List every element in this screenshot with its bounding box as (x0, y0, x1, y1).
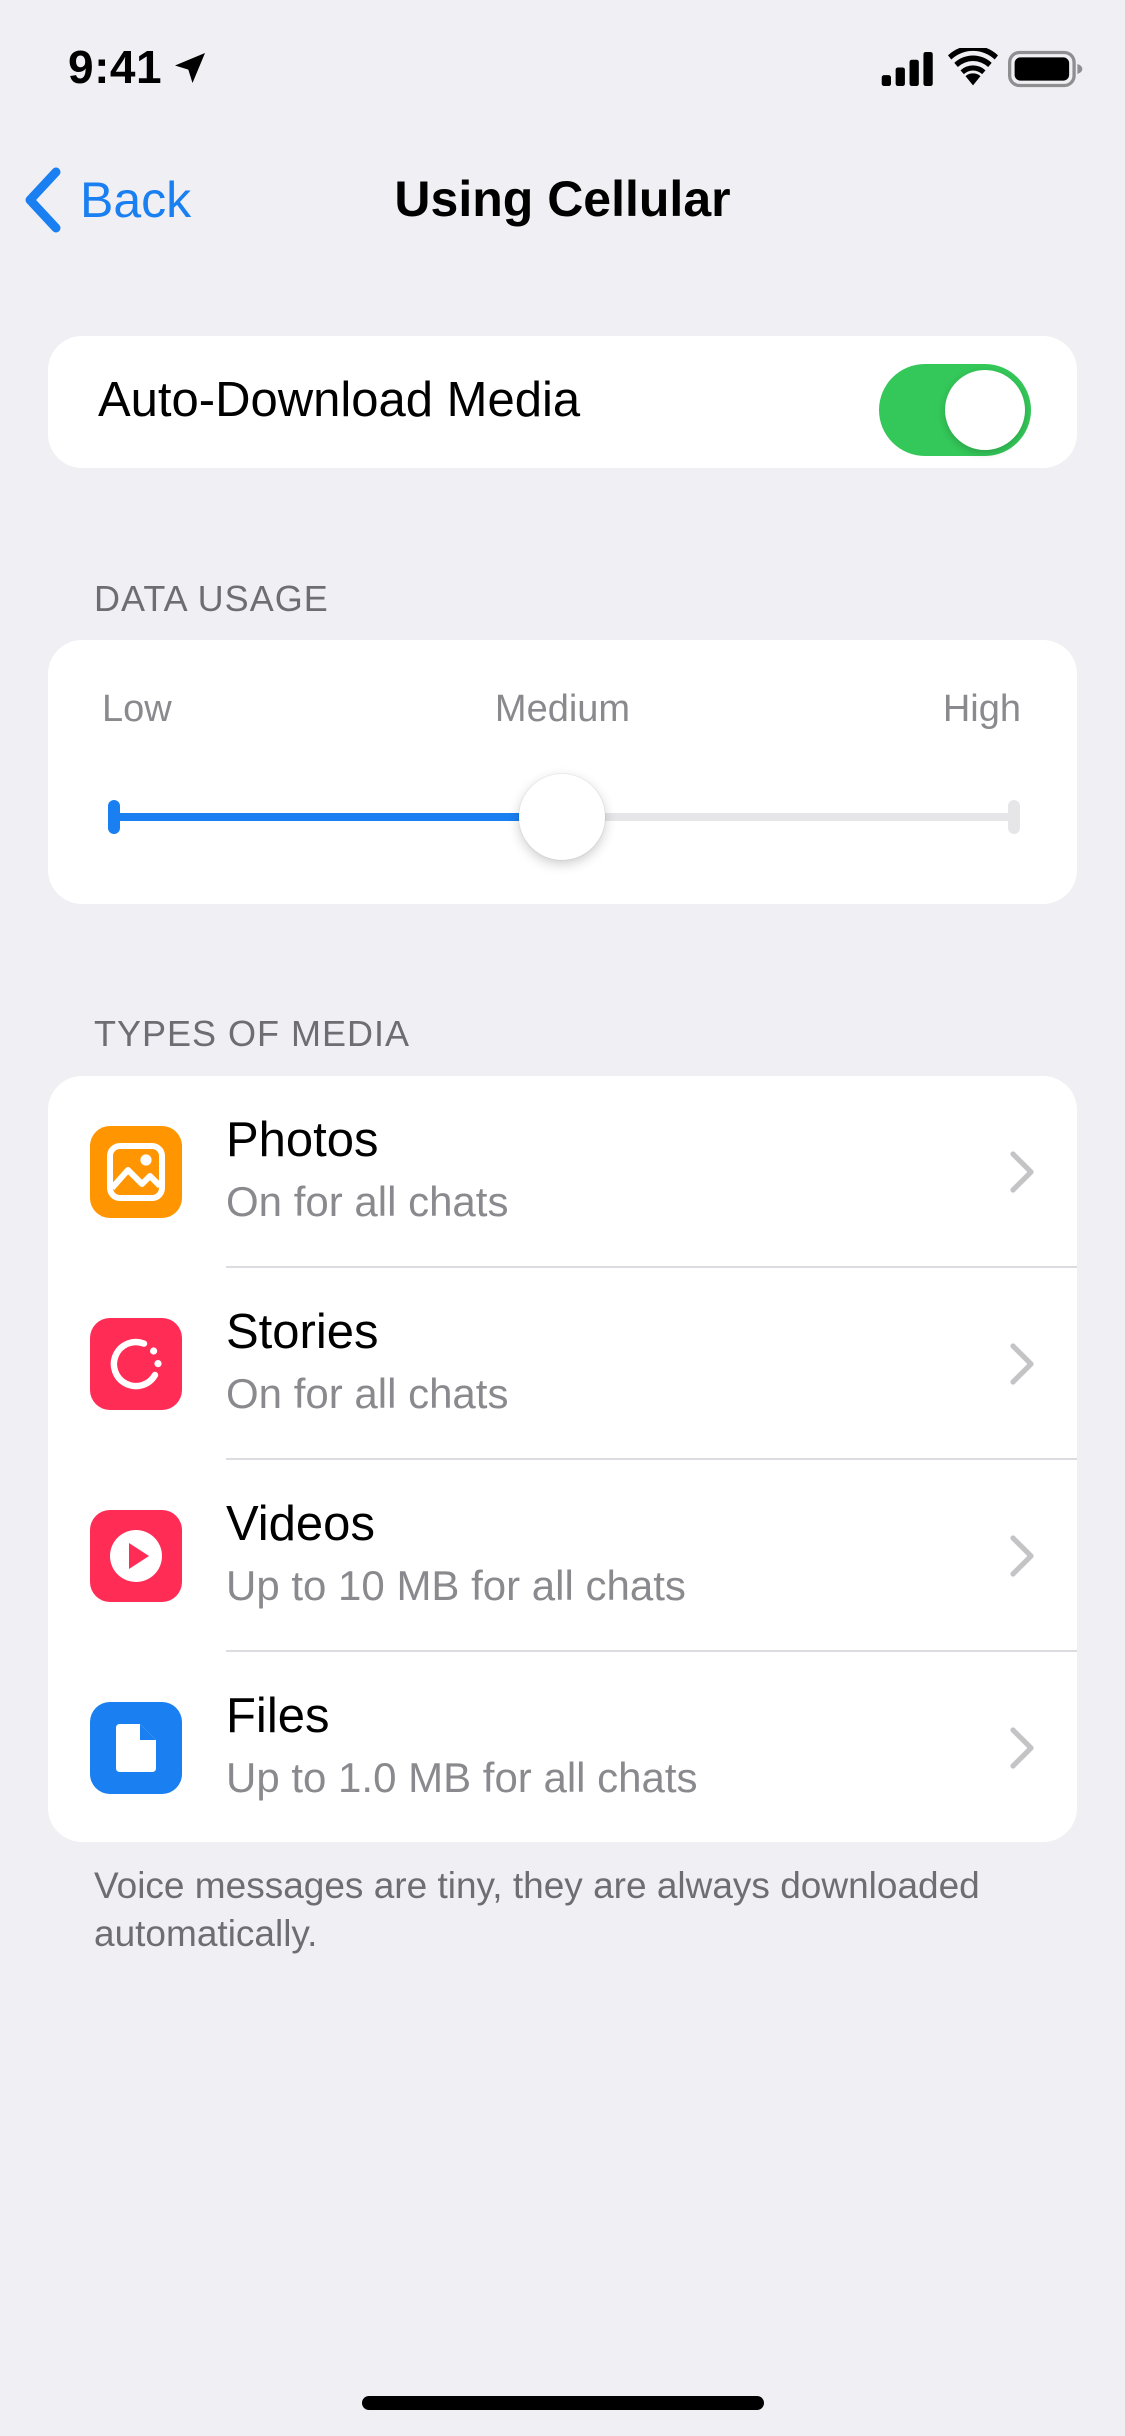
chevron-right-icon (1010, 1535, 1034, 1577)
video-play-icon (90, 1510, 182, 1602)
media-row-photos[interactable]: Photos On for all chats (48, 1076, 1077, 1268)
media-types-card: Photos On for all chats Stories On for a… (48, 1076, 1077, 1842)
media-subtitle: On for all chats (226, 1178, 509, 1225)
data-usage-header: DATA USAGE (94, 578, 329, 619)
chevron-right-icon (1010, 1727, 1034, 1769)
stories-icon (90, 1318, 182, 1410)
voice-messages-footnote: Voice messages are tiny, they are always… (94, 1865, 980, 1954)
media-row-files[interactable]: Files Up to 1.0 MB for all chats (48, 1652, 1077, 1842)
media-types-header: TYPES OF MEDIA (94, 1013, 411, 1054)
slider-max-tick (1008, 800, 1020, 834)
status-bar: 9:41 (0, 0, 1125, 140)
media-row-stories[interactable]: Stories On for all chats (48, 1268, 1077, 1460)
auto-download-card: Auto-Download Media (48, 336, 1077, 468)
media-title: Videos (226, 1497, 375, 1551)
photo-icon (90, 1126, 182, 1218)
battery-icon (1008, 50, 1083, 88)
data-usage-card: Low Medium High (48, 640, 1077, 904)
media-subtitle: Up to 1.0 MB for all chats (226, 1754, 698, 1801)
slider-min-tick (108, 800, 120, 834)
file-icon (90, 1702, 182, 1794)
wifi-icon (948, 48, 998, 86)
toggle-knob (945, 370, 1025, 450)
media-title: Files (226, 1689, 330, 1743)
auto-download-toggle[interactable] (879, 364, 1031, 456)
page-title: Using Cellular (394, 171, 731, 227)
media-subtitle: On for all chats (226, 1370, 509, 1417)
slider-fill (112, 813, 562, 821)
media-subtitle: Up to 10 MB for all chats (226, 1562, 686, 1609)
status-time: 9:41 (68, 41, 163, 93)
location-arrow-icon (175, 53, 205, 83)
cellular-signal-icon (881, 52, 933, 86)
chevron-right-icon (1010, 1343, 1034, 1385)
data-usage-slider-thumb[interactable] (519, 774, 605, 860)
home-indicator[interactable] (362, 2396, 764, 2410)
slider-label-high: High (942, 688, 1021, 730)
auto-download-label: Auto-Download Media (98, 373, 581, 427)
media-row-videos[interactable]: Videos Up to 10 MB for all chats (48, 1460, 1077, 1652)
slider-label-medium: Medium (494, 688, 631, 730)
media-title: Stories (226, 1305, 379, 1359)
media-title: Photos (226, 1113, 379, 1167)
chevron-right-icon (1010, 1151, 1034, 1193)
